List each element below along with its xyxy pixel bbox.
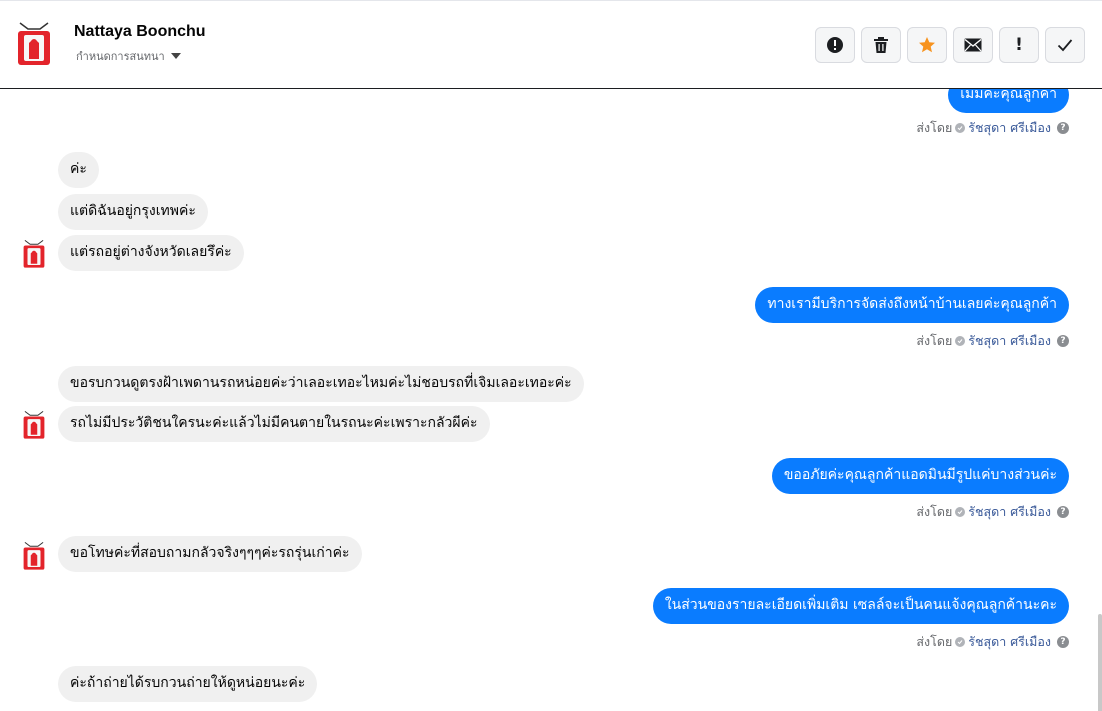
help-icon[interactable]: ? — [1057, 506, 1069, 518]
conversation-schedule-label: กำหนดการสนทนา — [76, 50, 165, 63]
mail-icon — [964, 38, 982, 52]
contact-avatar-small — [21, 239, 47, 269]
contact-avatar-small — [21, 410, 47, 440]
outgoing-message[interactable]: ในส่วนของรายละเอียดเพิ่มเติม เซลล์จะเป็น… — [652, 588, 1069, 624]
sent-check-icon — [955, 637, 966, 647]
sent-check-icon — [955, 123, 966, 133]
caret-down-icon — [170, 53, 181, 59]
sent-check-icon — [955, 336, 966, 346]
conversation-toolbar: ! — [815, 27, 1085, 63]
contact-name[interactable]: Nattaya Boonchu — [74, 23, 206, 41]
outgoing-message[interactable]: ทางเรามีบริการจัดส่งถึงหน้าบ้านเลยค่ะคุณ… — [755, 287, 1069, 323]
trash-icon — [874, 37, 888, 53]
sent-by-label: ส่งโดย — [916, 120, 953, 135]
help-icon[interactable]: ? — [1057, 636, 1069, 648]
incoming-message[interactable]: แต่ดิฉันอยู่กรุงเทพค่ะ — [58, 194, 208, 230]
alert-circle-icon — [827, 37, 843, 53]
mark-important-button[interactable]: ! — [999, 27, 1039, 63]
message-thread: เมมคะคุณลูกคา ส่งโดย รัชสุดา ศรีเมือง ? … — [0, 89, 1102, 711]
sent-by-label: ส่งโดย — [916, 504, 953, 519]
incoming-message[interactable]: ค่ะ — [58, 152, 99, 188]
star-button[interactable] — [907, 27, 947, 63]
conversation-header: Nattaya Boonchu กำหนดการสนทนา ! — [0, 0, 1102, 89]
agent-name: รัชสุดา ศรีเมือง — [968, 634, 1051, 649]
sent-by-meta: ส่งโดย รัชสุดา ศรีเมือง ? — [916, 118, 1069, 138]
agent-name: รัชสุดา ศรีเมือง — [968, 333, 1051, 348]
star-icon — [919, 37, 935, 53]
sent-by-meta: ส่งโดย รัชสุดา ศรีเมือง ? — [916, 632, 1069, 652]
contact-avatar-small — [21, 541, 47, 571]
sent-by-meta: ส่งโดย รัชสุดา ศรีเมือง ? — [916, 331, 1069, 351]
outgoing-message[interactable]: เมมคะคุณลูกคา — [948, 89, 1069, 113]
delete-button[interactable] — [861, 27, 901, 63]
sent-by-label: ส่งโดย — [916, 634, 953, 649]
contact-avatar[interactable] — [14, 21, 54, 67]
report-button[interactable] — [815, 27, 855, 63]
incoming-message[interactable]: ขอรบกวนดูตรงฝ้าเพดานรถหน่อยค่ะว่าเลอะเทอ… — [58, 366, 584, 402]
help-icon[interactable]: ? — [1057, 335, 1069, 347]
incoming-message[interactable]: ขอโทษค่ะที่สอบถามกลัวจริงๆๆๆค่ะรถรุ่นเก่… — [58, 536, 362, 572]
agent-name: รัชสุดา ศรีเมือง — [968, 120, 1051, 135]
incoming-message[interactable]: รถไม่มีประวัติชนใครนะค่ะแล้วไม่มีคนตายใน… — [58, 406, 490, 442]
scrollbar[interactable] — [1098, 614, 1102, 711]
incoming-message[interactable]: ค่ะถ้าถ่ายได้รบกวนถ่ายให้ดูหน่อยนะค่ะ — [58, 666, 318, 702]
incoming-message[interactable]: แต่รถอยู่ต่างจังหวัดเลยรึค่ะ — [58, 235, 244, 271]
outgoing-message[interactable]: ขออภัยค่ะคุณลูกค้าแอดมินมีรูปแค่บางส่วนค… — [771, 458, 1069, 494]
sent-by-label: ส่งโดย — [916, 333, 953, 348]
sent-by-meta: ส่งโดย รัชสุดา ศรีเมือง ? — [916, 502, 1069, 522]
checkmark-icon — [1057, 39, 1073, 52]
help-icon[interactable]: ? — [1057, 122, 1069, 134]
sent-check-icon — [955, 507, 966, 517]
exclamation-icon: ! — [1015, 35, 1023, 55]
mail-button[interactable] — [953, 27, 993, 63]
conversation-schedule-dropdown[interactable]: กำหนดการสนทนา — [76, 47, 181, 65]
agent-name: รัชสุดา ศรีเมือง — [968, 504, 1051, 519]
mark-done-button[interactable] — [1045, 27, 1085, 63]
